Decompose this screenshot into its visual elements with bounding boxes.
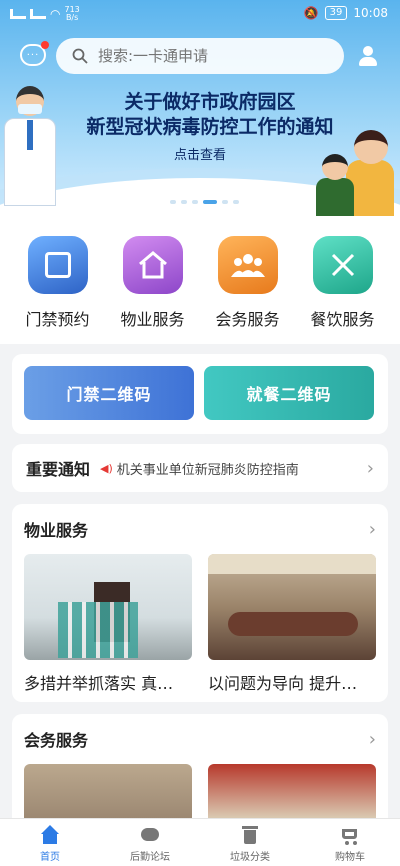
speaker-icon: ◀) bbox=[100, 461, 113, 475]
qr-code-panel: 门禁二维码 就餐二维码 bbox=[12, 354, 388, 434]
quick-item-door-reservation[interactable]: 门禁预约 bbox=[13, 236, 103, 344]
message-button[interactable]: ··· bbox=[20, 41, 49, 66]
meeting-people-icon bbox=[217, 236, 278, 294]
section-title: 会务服务 bbox=[24, 731, 89, 750]
signal-icon-2 bbox=[30, 9, 46, 19]
door-qr-button[interactable]: 门禁二维码 bbox=[24, 366, 194, 420]
banner-title: 关于做好市政府园区 新型冠状病毒防控工作的通知 bbox=[86, 91, 334, 138]
news-card[interactable]: 以问题为导向 提升… bbox=[208, 554, 376, 694]
wifi-icon: ◠ bbox=[50, 7, 61, 21]
net-speed: 713 B/s bbox=[64, 5, 80, 22]
home-icon bbox=[40, 825, 60, 845]
section-title: 物业服务 bbox=[24, 521, 89, 540]
tab-garbage-sorting[interactable]: 垃圾分类 bbox=[200, 819, 300, 866]
dining-utensils-icon bbox=[312, 236, 373, 294]
chat-bubble-icon bbox=[140, 825, 160, 845]
chat-bubble-icon: ··· bbox=[26, 49, 40, 61]
dining-qr-button[interactable]: 就餐二维码 bbox=[204, 366, 374, 420]
chevron-right-icon[interactable]: › bbox=[369, 519, 376, 540]
user-profile-icon[interactable] bbox=[358, 46, 378, 66]
search-bar[interactable] bbox=[56, 38, 344, 74]
news-photo bbox=[24, 554, 192, 660]
tab-cart[interactable]: 购物车 bbox=[300, 819, 400, 866]
news-photo bbox=[208, 554, 376, 660]
family-illustration bbox=[310, 130, 394, 216]
search-icon bbox=[72, 48, 88, 64]
trash-bin-icon bbox=[240, 825, 260, 845]
door-access-icon bbox=[27, 236, 88, 294]
tab-forum[interactable]: 后勤论坛 bbox=[100, 819, 200, 866]
search-input[interactable] bbox=[98, 47, 318, 65]
property-house-icon bbox=[122, 236, 183, 294]
quick-services: 门禁预约 物业服务 会务服务 餐饮服务 bbox=[0, 222, 400, 344]
notice-title: 重要通知 bbox=[26, 460, 91, 479]
chevron-right-icon[interactable]: › bbox=[369, 729, 376, 750]
quick-item-dining-service[interactable]: 餐饮服务 bbox=[298, 236, 388, 344]
news-title: 多措并举抓落实 真… bbox=[24, 674, 174, 693]
news-card[interactable]: 多措并举抓落实 真… bbox=[24, 554, 192, 694]
mute-icon: 🔕 bbox=[303, 6, 319, 20]
tab-home[interactable]: 首页 bbox=[0, 819, 100, 866]
carousel-indicator bbox=[170, 200, 239, 204]
bottom-tab-bar: 首页 后勤论坛 垃圾分类 购物车 bbox=[0, 818, 400, 866]
notice-text: 机关事业单位新冠肺炎防控指南 bbox=[116, 462, 299, 478]
quick-item-property-service[interactable]: 物业服务 bbox=[108, 236, 198, 344]
clock: 10:08 bbox=[353, 6, 388, 20]
banner[interactable]: 关于做好市政府园区 新型冠状病毒防控工作的通知 点击查看 bbox=[0, 0, 400, 222]
chevron-right-icon: › bbox=[366, 457, 374, 479]
status-bar: ◠ 713 B/s 🔕 39 10:08 bbox=[0, 0, 400, 28]
cart-icon bbox=[340, 825, 360, 845]
unread-dot bbox=[41, 41, 49, 49]
news-title: 以问题为导向 提升… bbox=[208, 674, 358, 693]
battery-icon: 39 bbox=[324, 6, 348, 20]
property-service-section: 物业服务 › 多措并举抓落实 真… 以问题为导向 提升… bbox=[12, 504, 388, 702]
banner-view-link[interactable]: 点击查看 bbox=[150, 144, 250, 163]
signal-icon bbox=[10, 9, 26, 19]
important-notice[interactable]: 重要通知 ◀) 机关事业单位新冠肺炎防控指南 › bbox=[12, 444, 388, 492]
quick-item-meeting-service[interactable]: 会务服务 bbox=[203, 236, 293, 344]
